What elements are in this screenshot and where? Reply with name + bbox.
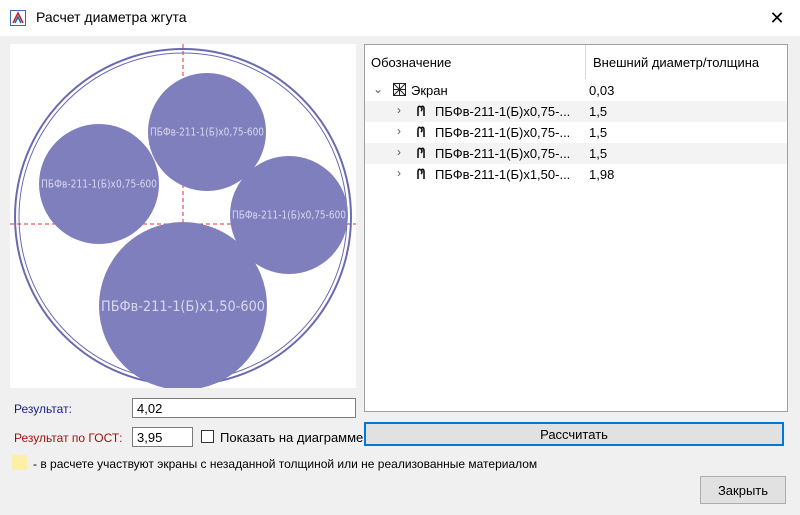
result-field[interactable]: 4,02	[132, 398, 356, 418]
tree-header: Обозначение Внешний диаметр/толщина	[365, 45, 787, 79]
tree-row[interactable]: › ПБФв-211-1(Б)х0,75-... 1,5	[365, 122, 787, 143]
gost-result-label: Результат по ГОСТ:	[14, 431, 123, 445]
bundle-diagram: ПБФв-211-1(Б)х0,75-600 ПБФв-211-1(Б)х0,75…	[10, 44, 356, 388]
gost-result-field[interactable]: 3,95	[132, 427, 193, 447]
tree-row[interactable]: › ПБФв-211-1(Б)х0,75-... 1,5	[365, 143, 787, 164]
chevron-right-icon[interactable]: ›	[397, 124, 401, 138]
tree-item-value: 1,5	[589, 104, 608, 119]
tree-item-value: 1,98	[589, 167, 615, 182]
tree-item-value: 0,03	[589, 83, 615, 98]
tree-item-value: 1,5	[589, 146, 608, 161]
wire-circle-label: ПБФв-211-1(Б)х0,75-600	[150, 127, 264, 139]
window-title: Расчет диаметра жгута	[36, 9, 187, 25]
close-button[interactable]: Закрыть	[700, 476, 786, 504]
harness-app-icon	[10, 10, 26, 26]
show-on-diagram-label[interactable]: Показать на диаграмме	[220, 430, 363, 445]
wire-circle-label: ПБФв-211-1(Б)х0,75-600	[41, 179, 157, 191]
chevron-right-icon[interactable]: ›	[397, 145, 401, 159]
legend-text: - в расчете участвуют экраны с незаданно…	[33, 457, 538, 471]
tree-item-value: 1,5	[589, 125, 608, 140]
chevron-right-icon[interactable]: ›	[397, 166, 401, 180]
tree-row[interactable]: › ПБФв-211-1(Б)х0,75-... 1,5	[365, 101, 787, 122]
title-bar: Расчет диаметра жгута ✕	[0, 0, 800, 36]
wire-icon	[417, 105, 425, 116]
tree-row[interactable]: › ПБФв-211-1(Б)х1,50-... 1,98	[365, 164, 787, 185]
close-icon: ✕	[769, 7, 785, 28]
tree-item-label: ПБФв-211-1(Б)х0,75-...	[435, 146, 571, 161]
tree-item-label: ПБФв-211-1(Б)х0,75-...	[435, 125, 571, 140]
show-on-diagram-checkbox[interactable]	[201, 430, 214, 443]
chevron-right-icon[interactable]: ›	[397, 103, 401, 117]
wire-circle-label: ПБФв-211-1(Б)х0,75-600	[232, 210, 346, 222]
wire-icon	[417, 147, 425, 158]
wire-icon	[417, 126, 425, 137]
chevron-down-icon[interactable]: ⌄	[373, 82, 383, 96]
tree-item-label: ПБФв-211-1(Б)х0,75-...	[435, 104, 571, 119]
window-close-button[interactable]: ✕	[754, 0, 800, 36]
legend-swatch	[12, 455, 27, 470]
components-tree[interactable]: Обозначение Внешний диаметр/толщина ⌄ Эк…	[364, 44, 788, 412]
tree-item-label: ПБФв-211-1(Б)х1,50-...	[435, 167, 571, 182]
column-divider[interactable]	[585, 45, 586, 79]
calculate-button[interactable]: Рассчитать	[364, 422, 784, 446]
wire-icon	[417, 168, 425, 179]
tree-row[interactable]: ⌄ Экран 0,03	[365, 80, 787, 101]
result-label: Результат:	[14, 402, 72, 416]
tree-item-label: Экран	[411, 83, 448, 98]
column-header-designation[interactable]: Обозначение	[371, 55, 451, 70]
wire-circle-label: ПБФв-211-1(Б)х1,50-600	[101, 299, 265, 315]
bundle-diagram-canvas: ПБФв-211-1(Б)х0,75-600 ПБФв-211-1(Б)х0,75…	[10, 44, 356, 388]
screen-icon	[393, 83, 406, 96]
column-header-diameter[interactable]: Внешний диаметр/толщина	[593, 55, 759, 70]
